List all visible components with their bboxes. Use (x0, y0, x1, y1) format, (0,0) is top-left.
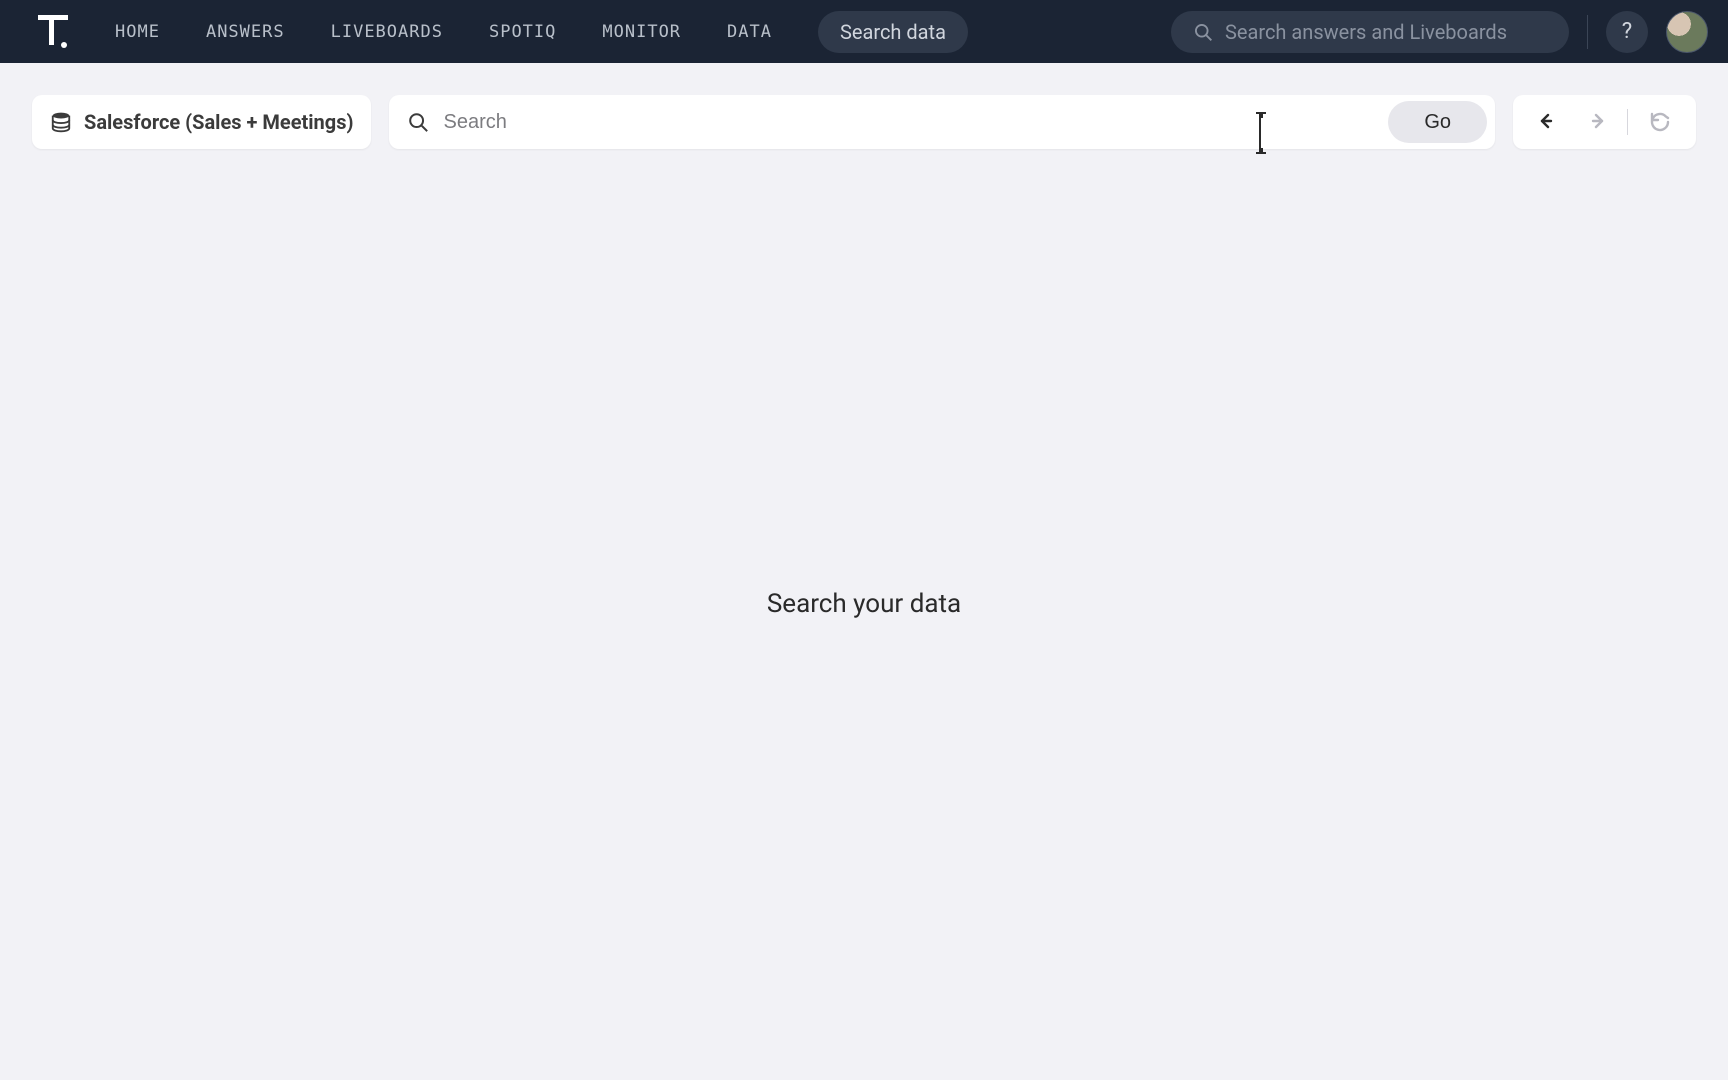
history-controls (1513, 95, 1696, 149)
nav-monitor[interactable]: MONITOR (602, 22, 681, 42)
nav-liveboards[interactable]: LIVEBOARDS (331, 22, 443, 42)
help-button[interactable]: ? (1606, 11, 1648, 53)
search-data-label: Search data (840, 20, 946, 44)
top-nav: HOME ANSWERS LIVEBOARDS SPOTIQ MONITOR D… (0, 0, 1728, 63)
nav-home[interactable]: HOME (115, 22, 160, 42)
search-icon (407, 111, 429, 133)
empty-state-headline: Search your data (0, 589, 1728, 619)
nav-spotiq[interactable]: SPOTIQ (489, 22, 556, 42)
global-search[interactable]: Search answers and Liveboards (1171, 11, 1569, 53)
nav-links: HOME ANSWERS LIVEBOARDS SPOTIQ MONITOR D… (115, 22, 772, 42)
redo-button[interactable] (1573, 100, 1617, 144)
divider (1587, 15, 1588, 49)
global-search-placeholder: Search answers and Liveboards (1225, 20, 1507, 44)
data-source-selector[interactable]: Salesforce (Sales + Meetings) (32, 95, 371, 149)
search-input[interactable] (443, 111, 1374, 134)
nav-answers[interactable]: ANSWERS (206, 22, 285, 42)
divider (1627, 109, 1628, 135)
undo-icon (1537, 110, 1561, 134)
search-row: Salesforce (Sales + Meetings) Go (0, 63, 1728, 149)
search-icon (1193, 22, 1213, 42)
redo-icon (1583, 110, 1607, 134)
data-source-label: Salesforce (Sales + Meetings) (84, 110, 353, 134)
reset-button[interactable] (1638, 100, 1682, 144)
help-icon: ? (1622, 19, 1632, 44)
go-button[interactable]: Go (1388, 101, 1487, 143)
reset-icon (1648, 110, 1672, 134)
search-bar: Go (389, 95, 1495, 149)
search-data-button[interactable]: Search data (818, 11, 968, 53)
nav-data[interactable]: DATA (727, 22, 772, 42)
user-avatar[interactable] (1666, 11, 1708, 53)
thoughtspot-logo-icon[interactable] (30, 9, 75, 54)
undo-button[interactable] (1527, 100, 1571, 144)
database-icon (50, 111, 72, 133)
